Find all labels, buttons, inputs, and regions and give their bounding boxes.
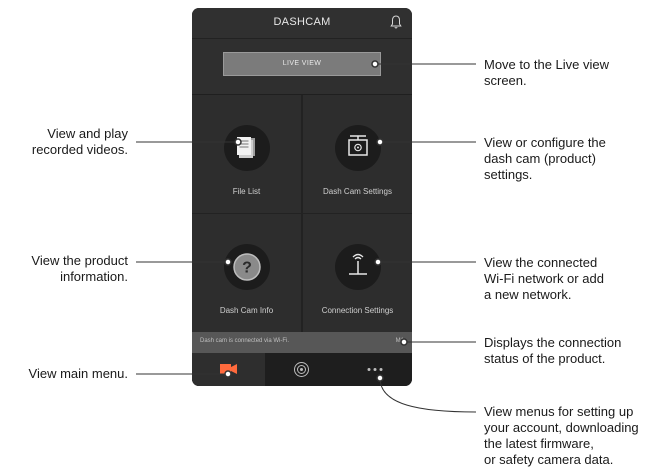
- callout-line: the latest firmware,: [484, 436, 594, 451]
- callout-line: status of the product.: [484, 351, 606, 366]
- callout-line: screen.: [484, 73, 527, 88]
- callout-status: Displays the connection status of the pr…: [484, 335, 621, 367]
- callout-line: recorded videos.: [31, 142, 128, 157]
- callout-line: information.: [60, 269, 128, 284]
- callout-line: a new network.: [484, 287, 572, 302]
- callout-line: dash cam (product): [484, 151, 596, 166]
- callout-line: View menus for setting up: [484, 404, 634, 419]
- callout-connection: View the connected Wi-Fi network or add …: [484, 255, 604, 303]
- callout-line: or safety camera data.: [484, 452, 614, 467]
- callout-line: settings.: [484, 167, 533, 182]
- callout-more: View menus for setting up your account, …: [484, 404, 639, 468]
- callout-line: View main menu.: [28, 366, 128, 381]
- callout-file-list: View and play recorded videos.: [32, 126, 128, 158]
- callout-line: View the product: [31, 253, 128, 268]
- callout-settings: View or configure the dash cam (product)…: [484, 135, 606, 183]
- callout-line: View the connected: [484, 255, 598, 270]
- callout-line: View and play: [47, 126, 128, 141]
- callout-info: View the product information.: [31, 253, 128, 285]
- callout-main-menu: View main menu.: [29, 366, 128, 382]
- callout-line: Wi-Fi network or add: [484, 271, 604, 286]
- callout-line: Displays the connection: [484, 335, 622, 350]
- callout-live-view: Move to the Live view screen.: [484, 57, 609, 89]
- callout-line: View or configure the: [484, 135, 606, 150]
- callout-line: Move to the Live view: [484, 57, 610, 72]
- callout-line: your account, downloading: [484, 420, 639, 435]
